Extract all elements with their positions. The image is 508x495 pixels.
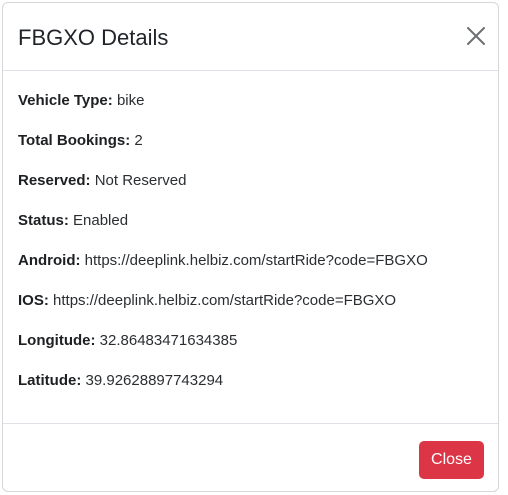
close-button[interactable]: Close <box>419 441 484 479</box>
modal-header: FBGXO Details <box>3 3 498 71</box>
detail-label: IOS: <box>18 292 54 309</box>
detail-label: Vehicle Type: <box>18 92 117 109</box>
detail-value: https://deeplink.helbiz.com/startRide?co… <box>53 292 397 309</box>
detail-latitude: Latitude: 39.92628897743294 <box>18 371 488 411</box>
detail-label: Latitude: <box>18 372 86 389</box>
detail-label: Android: <box>18 252 85 269</box>
detail-label: Longitude: <box>18 332 100 349</box>
detail-value: bike <box>116 92 145 109</box>
detail-total-bookings: Total Bookings: 2 <box>18 131 488 171</box>
detail-label: Total Bookings: <box>18 132 135 149</box>
detail-label: Reserved: <box>18 172 95 189</box>
detail-android: Android: https://deeplink.helbiz.com/sta… <box>18 251 488 291</box>
close-icon[interactable] <box>465 25 487 47</box>
detail-value: 2 <box>134 132 143 149</box>
detail-value: 39.92628897743294 <box>85 372 224 389</box>
detail-value: Not Reserved <box>94 172 187 189</box>
detail-value: Enabled <box>73 212 129 229</box>
modal-title: FBGXO Details <box>18 25 169 50</box>
modal-footer: Close <box>3 423 498 491</box>
detail-ios: IOS: https://deeplink.helbiz.com/startRi… <box>18 291 488 331</box>
detail-value: 32.86483471634385 <box>99 332 238 349</box>
detail-value: https://deeplink.helbiz.com/startRide?co… <box>84 252 428 269</box>
detail-longitude: Longitude: 32.86483471634385 <box>18 331 488 371</box>
modal-body: Vehicle Type: bike Total Bookings: 2 Res… <box>18 91 488 411</box>
vehicle-details-modal: FBGXO Details Vehicle Type: bike Total B… <box>2 2 499 492</box>
detail-vehicle-type: Vehicle Type: bike <box>18 91 488 131</box>
detail-reserved: Reserved: Not Reserved <box>18 171 488 211</box>
detail-label: Status: <box>18 212 74 229</box>
detail-status: Status: Enabled <box>18 211 488 251</box>
